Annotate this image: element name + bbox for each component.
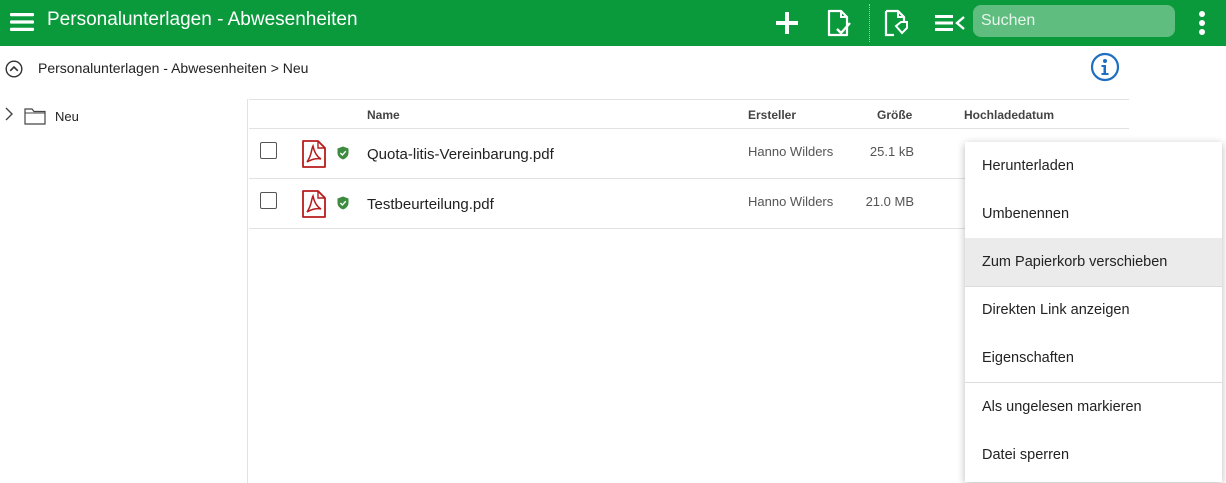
info-icon[interactable]: [1090, 52, 1120, 82]
plus-icon[interactable]: [772, 8, 802, 38]
column-header-size[interactable]: Größe: [877, 108, 912, 122]
menu-item-show-direct-link[interactable]: Direkten Link anzeigen: [965, 286, 1222, 334]
list-view-icon[interactable]: [935, 8, 965, 38]
column-header-creator[interactable]: Ersteller: [748, 108, 796, 122]
folder-tree: Neu: [0, 99, 248, 483]
more-vertical-icon[interactable]: [1194, 10, 1210, 36]
menu-icon[interactable]: [10, 12, 34, 32]
column-header-name[interactable]: Name: [367, 108, 400, 122]
search-input[interactable]: [973, 5, 1175, 37]
page-title: Personalunterlagen - Abwesenheiten: [47, 9, 358, 30]
folder-icon: [24, 108, 46, 125]
menu-item-rename[interactable]: Umbenennen: [965, 190, 1222, 238]
breadcrumb[interactable]: Personalunterlagen - Abwesenheiten > Neu: [38, 60, 308, 76]
table-header: Name Ersteller Größe Hochladedatum: [249, 99, 1129, 129]
menu-item-mark-unread[interactable]: Als ungelesen markieren: [965, 383, 1222, 431]
tree-item-neu[interactable]: Neu: [0, 103, 248, 127]
pdf-file-icon: [302, 190, 326, 218]
menu-item-properties[interactable]: Eigenschaften: [965, 334, 1222, 382]
app-header: Personalunterlagen - Abwesenheiten: [0, 0, 1226, 46]
pdf-file-icon: [302, 140, 326, 168]
row-checkbox[interactable]: [260, 142, 277, 159]
file-creator: Hanno Wilders: [748, 144, 834, 159]
shield-check-icon: [337, 196, 349, 210]
chevron-right-icon[interactable]: [4, 107, 14, 121]
document-tag-icon[interactable]: [881, 8, 911, 38]
collapse-circle-icon[interactable]: [5, 60, 23, 78]
file-size: 21.0 MB: [865, 194, 914, 209]
document-check-icon[interactable]: [824, 8, 854, 38]
column-header-upload-date[interactable]: Hochladedatum: [964, 108, 1054, 122]
toolbar-divider: [869, 4, 870, 42]
file-size: 25.1 kB: [869, 144, 914, 159]
context-menu: Herunterladen Umbenennen Zum Papierkorb …: [965, 142, 1222, 482]
file-name[interactable]: Quota-litis-Vereinbarung.pdf: [367, 146, 554, 163]
row-checkbox[interactable]: [260, 192, 277, 209]
file-name[interactable]: Testbeurteilung.pdf: [367, 196, 494, 213]
shield-check-icon: [337, 146, 349, 160]
menu-item-download[interactable]: Herunterladen: [965, 142, 1222, 190]
file-creator: Hanno Wilders: [748, 194, 834, 209]
tree-item-label: Neu: [55, 109, 79, 124]
menu-item-lock-file[interactable]: Datei sperren: [965, 431, 1222, 479]
menu-item-move-to-trash[interactable]: Zum Papierkorb verschieben: [965, 238, 1222, 286]
